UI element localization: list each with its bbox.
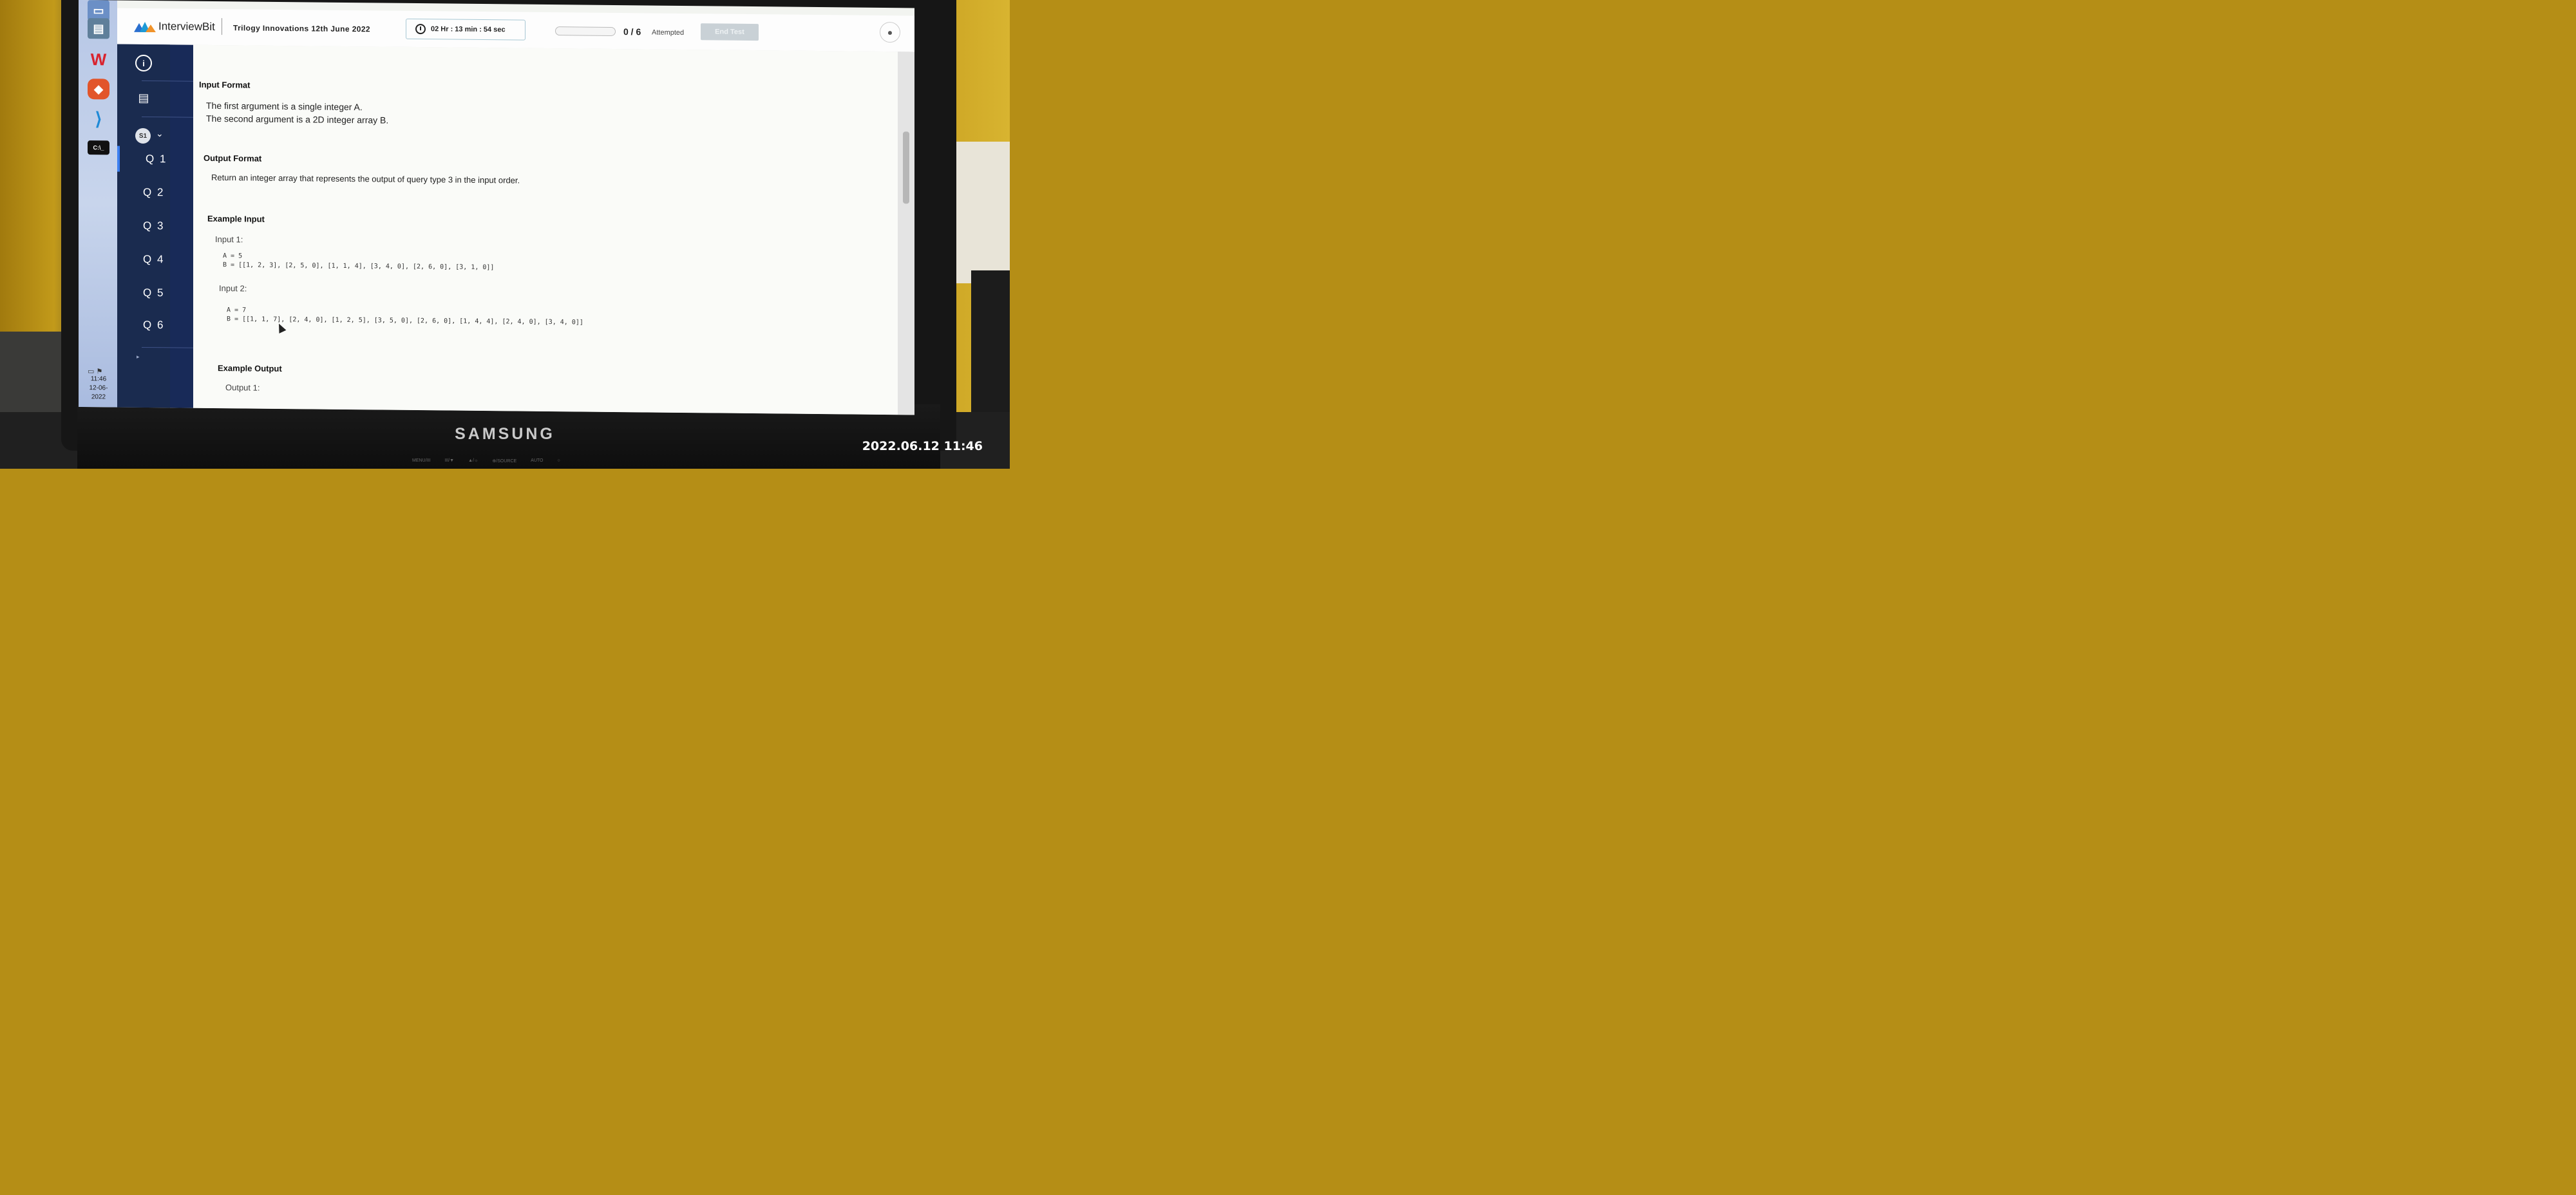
input-format-heading: Input Format — [199, 79, 251, 90]
input-format-line: The second argument is a 2D integer arra… — [206, 113, 389, 126]
power-button[interactable]: ○ — [558, 458, 560, 464]
question-tab-2[interactable]: Q 2 — [117, 180, 193, 206]
monitor-button[interactable]: ⊕/SOURCE — [492, 458, 516, 464]
attempt-label: Attempted — [652, 28, 685, 37]
question-tab-4[interactable]: Q 4 — [117, 247, 193, 273]
input-1-a: A = 5 — [223, 252, 243, 260]
content-scrollbar[interactable] — [898, 52, 914, 415]
brand-name: InterviewBit — [158, 20, 215, 33]
monitor-button[interactable]: III/▼ — [444, 458, 454, 464]
collapse-arrow-icon[interactable]: ▸ — [137, 353, 140, 361]
question-tab-3[interactable]: Q 3 — [117, 213, 193, 240]
windows-taskbar: ▭ ▤ W ◆ ⟩ C:\_ ▭ ⚑ 11:46 12-06-2022 — [79, 0, 117, 408]
output-1-label: Output 1: — [225, 382, 260, 393]
clock-time: 11:46 — [90, 375, 107, 383]
timer-value: 02 Hr : 13 min : 54 sec — [431, 25, 506, 34]
input-1-b: B = [[1, 2, 3], [2, 5, 0], [1, 1, 4], [3… — [223, 261, 495, 272]
end-test-button[interactable]: End Test — [701, 23, 759, 41]
input-2-label: Input 2: — [219, 283, 247, 294]
wps-office-icon[interactable]: W — [88, 49, 109, 70]
screen: ▭ ▤ W ◆ ⟩ C:\_ ▭ ⚑ 11:46 12-06-2022 Inte… — [79, 0, 914, 415]
user-avatar-button[interactable]: ● — [880, 21, 900, 43]
brave-icon[interactable]: ◆ — [88, 79, 109, 100]
taskbar-clock[interactable]: 11:46 12-06-2022 — [82, 375, 115, 402]
question-tab-5[interactable]: Q 5 — [117, 280, 193, 306]
question-tab-6[interactable]: Q 6 — [117, 312, 193, 339]
computer-icon[interactable]: ▤ — [88, 18, 109, 39]
question-navigator: i ▤ S1 ⌄ Q 1 Q 2 Q 3 Q 4 Q 5 Q 6 ▸ — [117, 44, 193, 408]
question-tab-1[interactable]: Q 1 — [117, 146, 193, 173]
attempt-progress-bar — [555, 26, 616, 37]
photo-timestamp: 2022.06.12 11:46 — [862, 439, 983, 453]
input-format-line: The first argument is a single integer A… — [206, 100, 363, 113]
output-format-text: Return an integer array that represents … — [211, 172, 520, 185]
test-title: Trilogy Innovations 12th June 2022 — [233, 23, 370, 34]
input-1-label: Input 1: — [215, 234, 243, 245]
scrollbar-thumb[interactable] — [903, 131, 909, 204]
chevron-down-icon[interactable]: ⌄ — [156, 128, 164, 139]
user-icon: ● — [887, 27, 893, 38]
instructions-icon[interactable]: ▤ — [135, 89, 152, 106]
section-badge[interactable]: S1 — [135, 127, 151, 144]
monitor-brand: SAMSUNG — [455, 425, 555, 443]
input-2-a: A = 7 — [227, 306, 247, 314]
info-icon[interactable]: i — [135, 54, 152, 72]
example-input-heading: Example Input — [207, 213, 265, 224]
monitor-buttons: MENU/III III/▼ ▲/☼ ⊕/SOURCE AUTO ○ — [412, 458, 560, 464]
clock-icon — [415, 24, 426, 35]
vscode-icon[interactable]: ⟩ — [88, 108, 109, 129]
problem-statement: Input Format The first argument is a sin… — [193, 44, 898, 415]
interviewbit-logo[interactable]: InterviewBit — [134, 20, 215, 33]
attempt-count: 0 / 6 — [623, 26, 641, 37]
countdown-timer: 02 Hr : 13 min : 54 sec — [406, 18, 526, 41]
clock-date: 12-06-2022 — [89, 384, 108, 401]
terminal-icon[interactable]: C:\_ — [88, 140, 109, 155]
monitor-button[interactable]: ▲/☼ — [468, 458, 478, 464]
monitor-button[interactable]: AUTO — [531, 458, 543, 464]
example-output-heading: Example Output — [218, 363, 282, 374]
monitor-button[interactable]: MENU/III — [412, 458, 430, 464]
output-format-heading: Output Format — [204, 153, 262, 164]
interviewbit-logo-icon — [134, 21, 156, 33]
